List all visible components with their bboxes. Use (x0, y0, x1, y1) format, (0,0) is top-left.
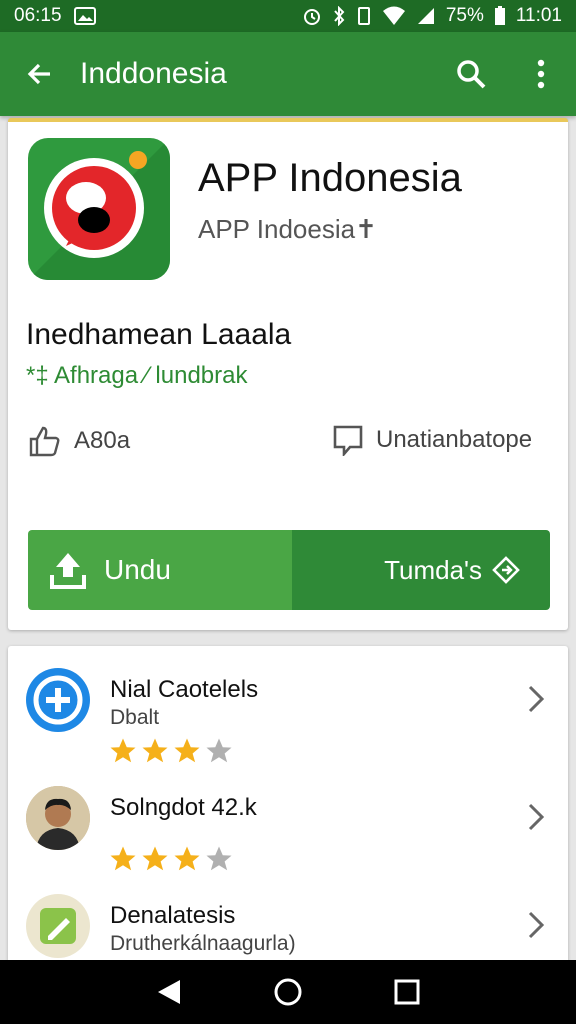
list-item-title: Denalatesis (110, 902, 236, 929)
rating-stars (108, 736, 234, 766)
star-empty-icon (206, 738, 232, 763)
developer-name: APP Indoesia (198, 214, 356, 244)
list-item-title: Solngdot 42.k (110, 794, 257, 821)
reviews-text: Unatianbatope (376, 426, 533, 453)
action-buttons: Undu Tumda's (28, 530, 550, 610)
install-button[interactable]: Undu (28, 530, 292, 610)
app-headline: Inedhamean Laaala (26, 318, 292, 351)
star-icon (174, 738, 200, 763)
app-name: APP Indonesia (198, 156, 462, 200)
star-icon (142, 738, 168, 763)
image-icon (73, 7, 96, 25)
list-item-title: Nial Caotelels (110, 676, 259, 703)
upload-icon (50, 553, 86, 589)
status-left-text: 06:15 (14, 5, 62, 26)
battery-icon (494, 6, 506, 26)
app-bar: Inddonesia (0, 32, 576, 116)
vibrate-icon (356, 6, 372, 26)
thumb-up-icon (29, 426, 60, 457)
chevron-right-icon (528, 685, 545, 713)
status-time: 11:01 (515, 5, 562, 26)
recents-square-icon[interactable] (394, 979, 420, 1005)
rating-stars (108, 844, 234, 874)
more-vert-icon (537, 59, 545, 89)
plus-icon (26, 668, 90, 732)
app-detail-card: APP Indonesia APP Indoesia✝ Inedhamean L… (8, 118, 568, 630)
star-empty-icon (206, 846, 232, 871)
bluetooth-icon (332, 6, 346, 26)
home-circle-icon[interactable] (273, 977, 303, 1007)
install-label: Undu (104, 554, 171, 585)
secondary-button[interactable]: Tumda's (292, 530, 550, 610)
arrow-back-icon (27, 63, 50, 85)
back-button[interactable] (0, 32, 80, 116)
likes-stat: A80a (28, 424, 130, 458)
reviews-stat: Unatianbatope (332, 424, 532, 456)
app-developer[interactable]: APP Indoesia✝ (198, 214, 377, 245)
back-triangle-icon[interactable] (156, 978, 182, 1006)
signal-icon (416, 6, 436, 26)
star-icon (110, 738, 136, 763)
star-icon (174, 846, 200, 871)
chevron-right-icon (528, 911, 545, 939)
developer-badge-icon: ✝ (355, 214, 377, 244)
app-subline: *‡ Afhraga ⁄ lundbrak (26, 362, 248, 389)
list-item[interactable]: Nial Caotelels Dbalt (8, 646, 568, 763)
star-icon (142, 846, 168, 871)
likes-count: A80a (74, 427, 131, 454)
battery-percent: 75% (445, 5, 484, 26)
secondary-label: Tumda's (384, 554, 482, 585)
search-button[interactable] (436, 32, 506, 116)
navigation-bar (0, 960, 576, 1024)
alarm-icon (302, 6, 322, 26)
chevron-right-icon (528, 803, 545, 831)
star-icon (110, 846, 136, 871)
list-item[interactable]: Solngdot 42.k (8, 764, 568, 874)
app-logo (28, 138, 170, 280)
person-photo (26, 786, 90, 850)
search-icon (457, 60, 486, 89)
wifi-icon (382, 6, 406, 26)
list-item-subtitle: Drutherkálnaagurla) (110, 932, 296, 955)
page-title: Inddonesia (80, 57, 227, 90)
related-list-card: Nial Caotelels Dbalt Solngdot 42.k Denal… (8, 646, 568, 966)
status-bar: 06:15 75% 11:01 (0, 0, 576, 32)
list-item-subtitle: Dbalt (110, 706, 160, 729)
edit-icon (26, 894, 90, 958)
overflow-menu-button[interactable] (506, 32, 576, 116)
diamond-arrow-icon (492, 556, 520, 584)
comment-icon (333, 425, 363, 456)
